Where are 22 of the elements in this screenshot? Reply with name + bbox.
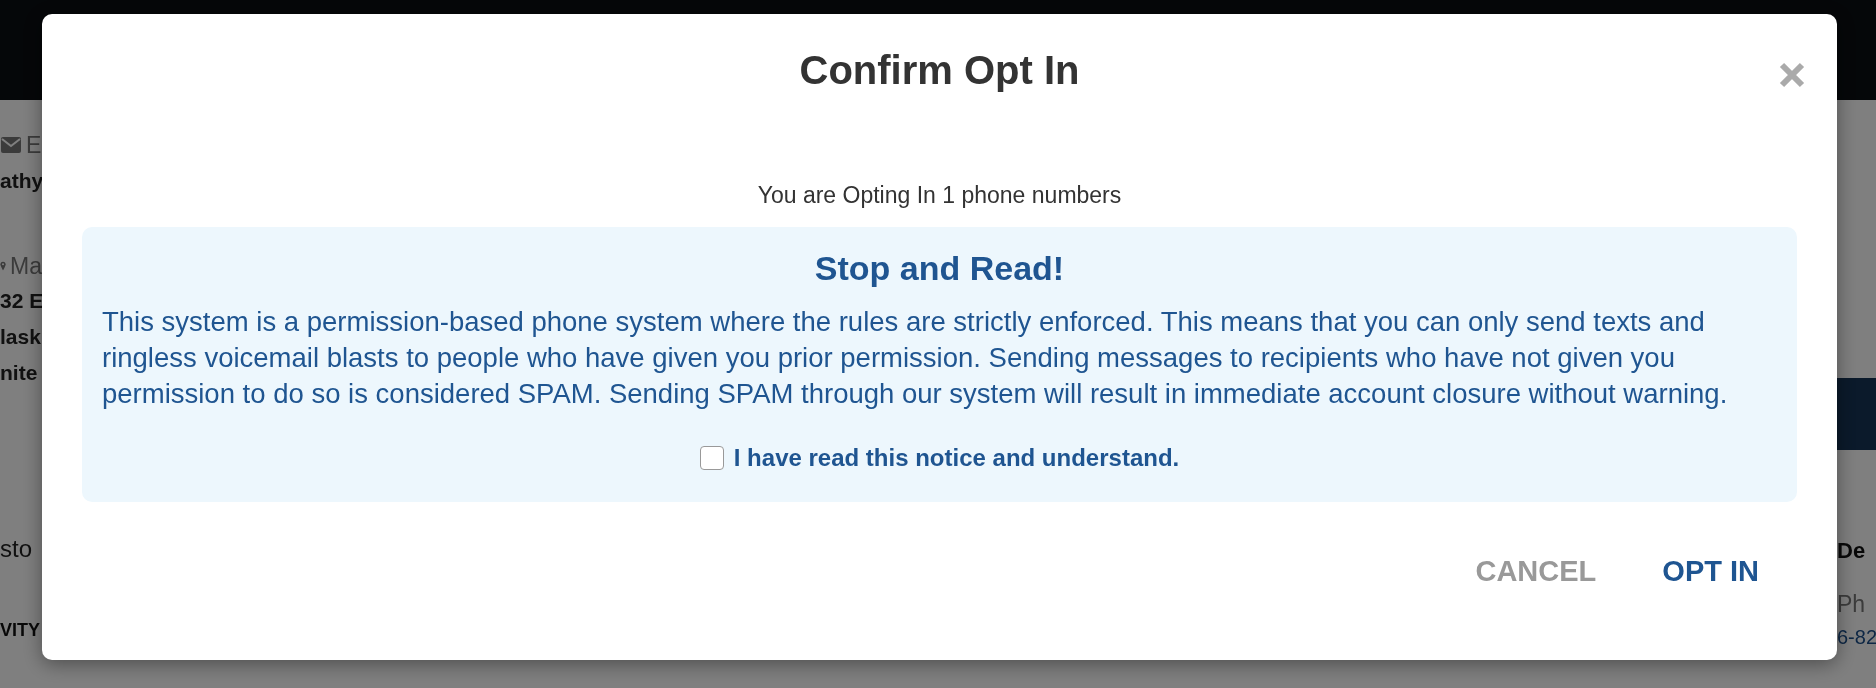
field-label: Ph bbox=[1837, 590, 1867, 619]
checkbox-label[interactable]: I have read this notice and understand. bbox=[733, 439, 1180, 476]
close-icon[interactable] bbox=[1777, 60, 1807, 90]
section-heading: VITY bbox=[0, 619, 41, 642]
cancel-button[interactable]: CANCEL bbox=[1467, 545, 1605, 597]
field-value: 32 E bbox=[0, 288, 42, 314]
field-value: athy bbox=[0, 167, 42, 194]
dialog-message: You are Opting In 1 phone numbers bbox=[756, 181, 1123, 210]
field-label: Ma bbox=[10, 251, 42, 281]
header-bar bbox=[1837, 378, 1876, 450]
checkbox[interactable] bbox=[699, 445, 724, 470]
notice-title: Stop and Read! bbox=[813, 247, 1066, 289]
field-label: E bbox=[26, 131, 42, 160]
phone-link[interactable]: 6-82 bbox=[1837, 621, 1876, 652]
field-value: nite bbox=[0, 360, 39, 386]
dialog-title: Confirm Opt In bbox=[799, 47, 1080, 94]
notice-text: This system is a permission-based phone system where the rules are strictly enforced. This means that you can only send texts and ringless voicemail blasts to people who have given you prior permission. Sending messages to recipients who have not given you permission to do so is considered SPAM. Sending SPAM through our system will result in immediate account closure without warning. bbox=[102, 304, 1729, 411]
opt-in-button[interactable]: OPT IN bbox=[1654, 545, 1767, 597]
list-item[interactable]: sto bbox=[0, 531, 42, 567]
envelope-icon bbox=[0, 135, 22, 156]
section-heading: De bbox=[1837, 537, 1867, 565]
field-value: lask bbox=[0, 324, 42, 350]
